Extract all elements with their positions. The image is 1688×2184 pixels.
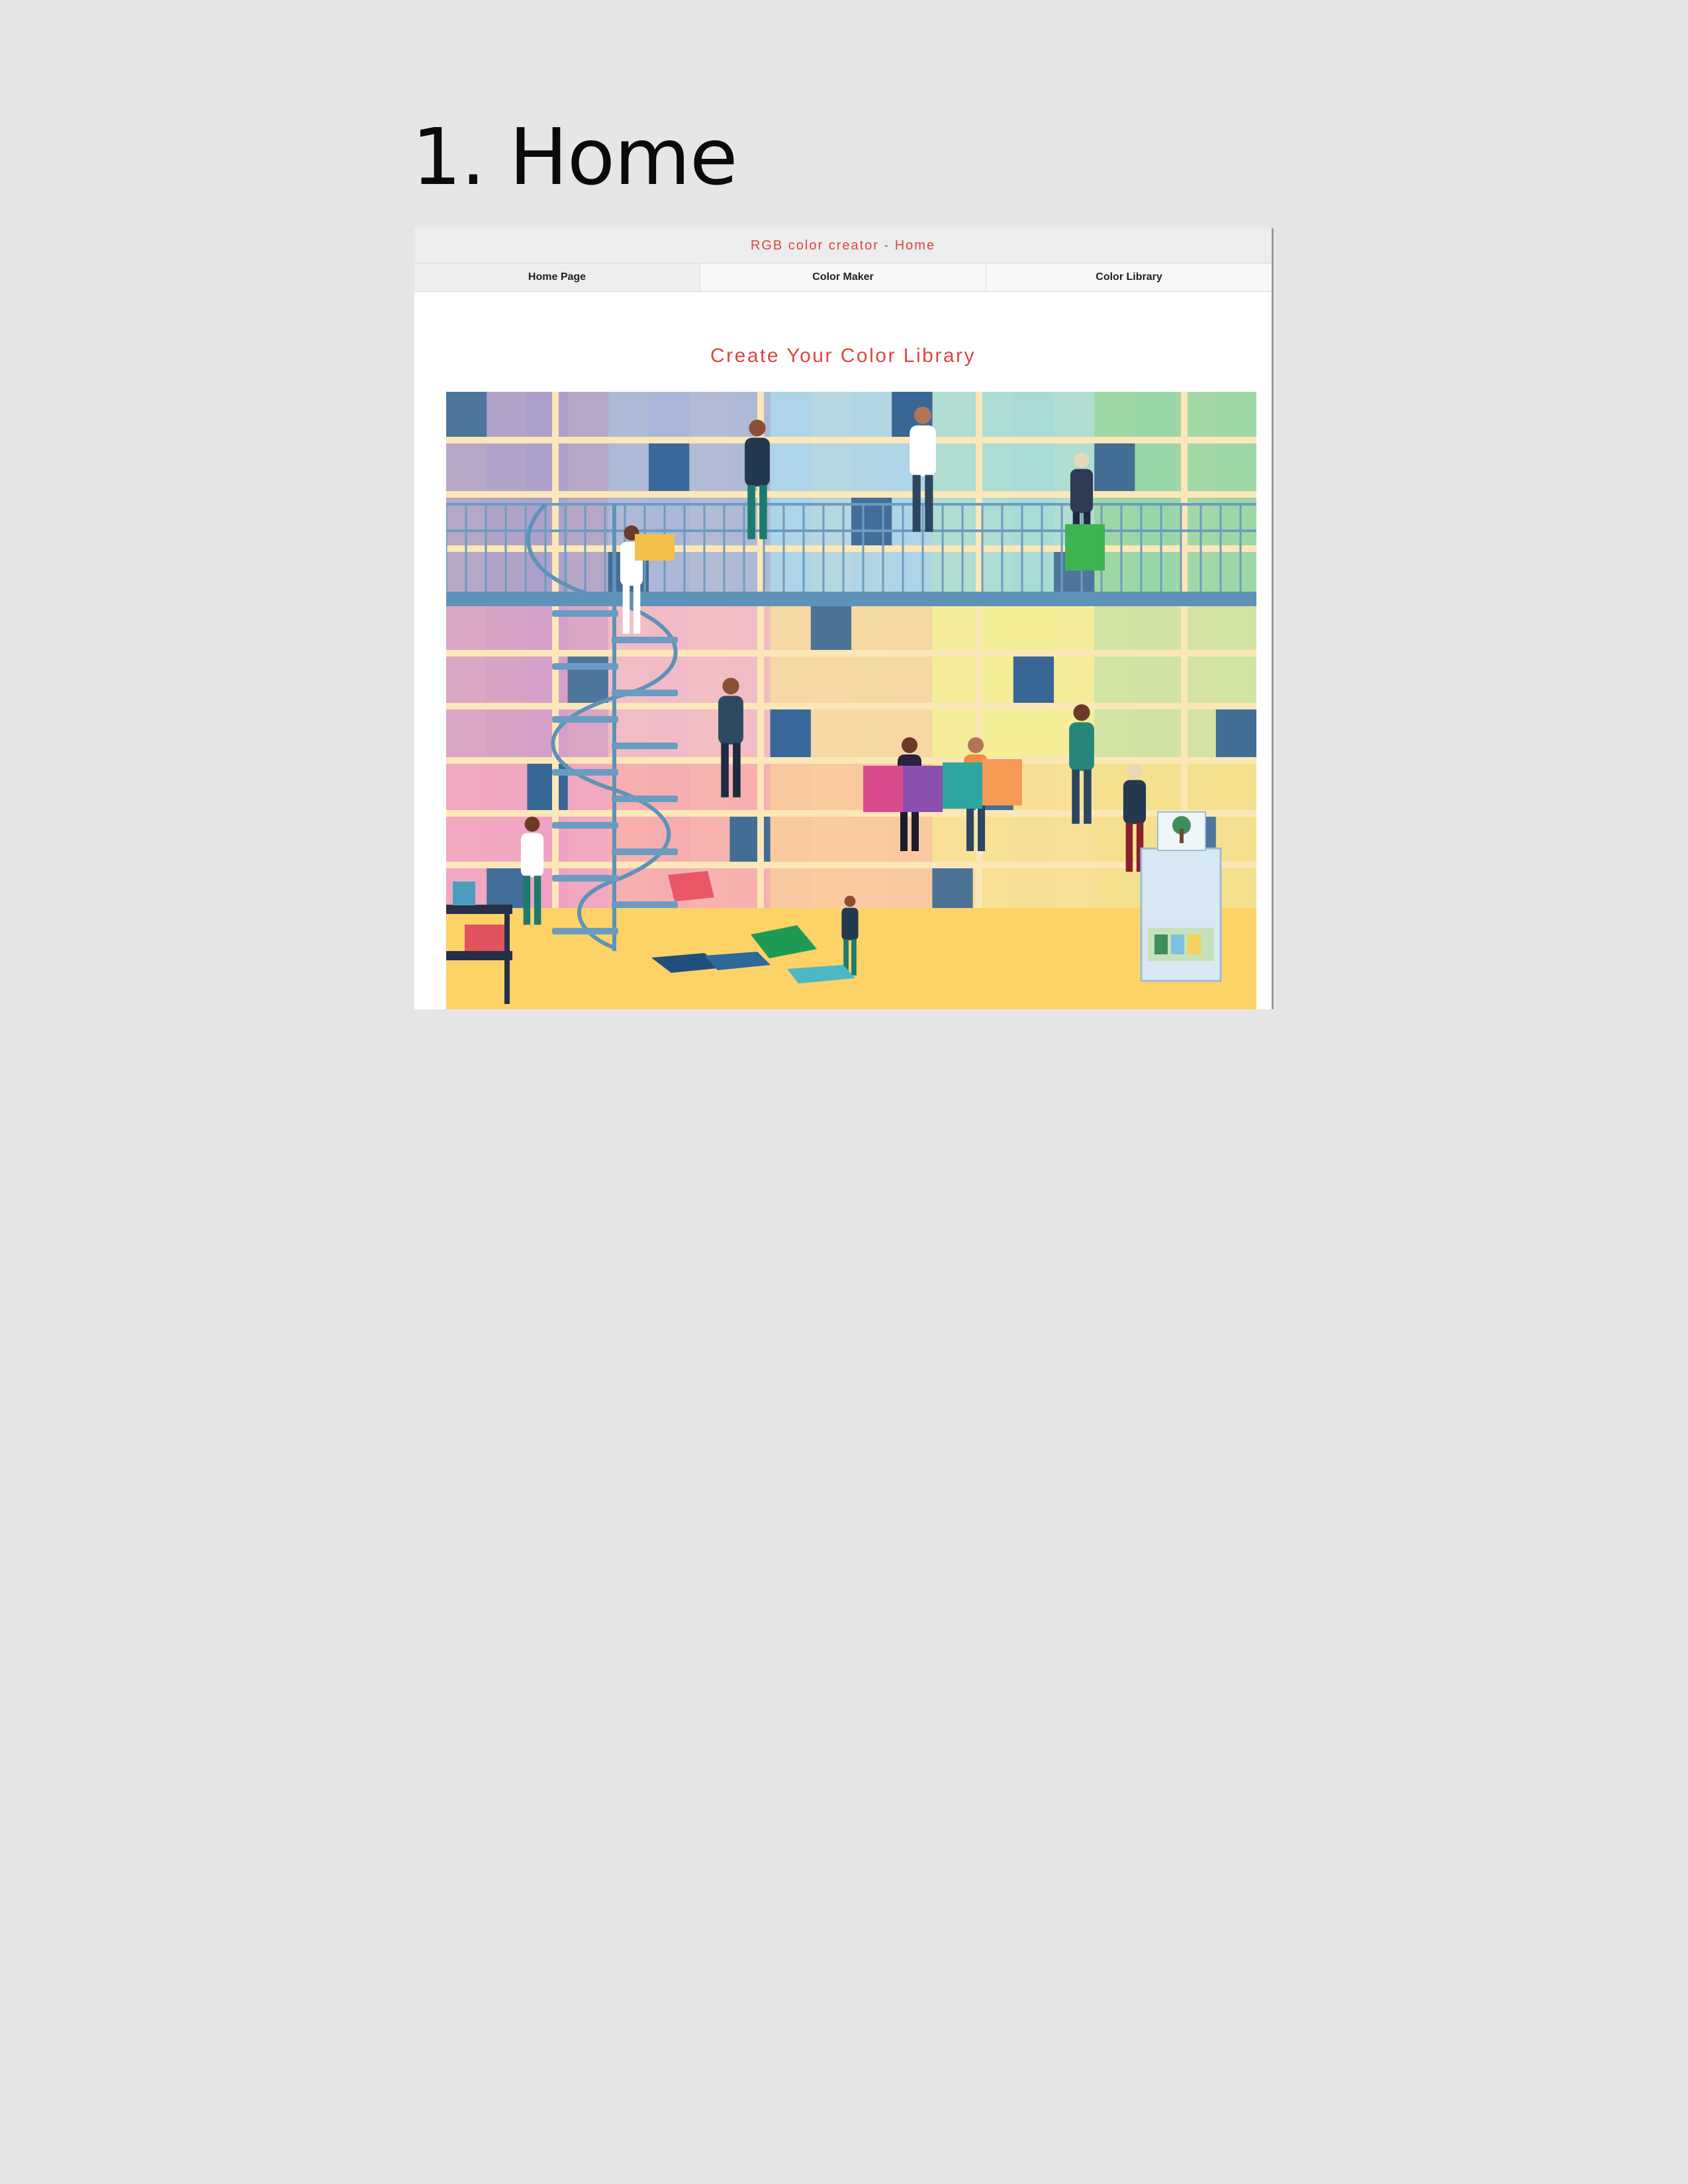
main-content: Create Your Color Library [414, 292, 1272, 1009]
page-title: Create Your Color Library [710, 345, 976, 367]
window-title: RGB color creator - Home [750, 238, 936, 253]
hero-illustration [446, 392, 1256, 1009]
tab-color-maker[interactable]: Color Maker [700, 263, 986, 291]
nav-bar: Home Page Color Maker Color Library [414, 263, 1272, 292]
section-heading: 1. Home [412, 111, 738, 203]
library-illustration [446, 392, 1256, 1009]
tab-color-library[interactable]: Color Library [986, 263, 1272, 291]
title-bar: RGB color creator - Home [414, 228, 1272, 263]
tab-home-page[interactable]: Home Page [414, 263, 700, 291]
app-window: RGB color creator - Home Home Page Color… [414, 228, 1274, 1009]
